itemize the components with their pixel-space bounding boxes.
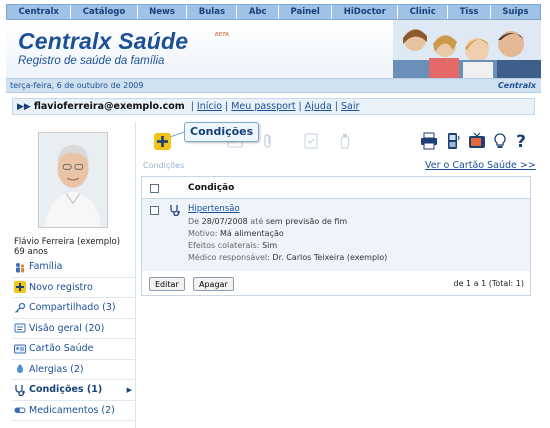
doctor-value: Dr. Carlos Teixeira (exemplo) bbox=[272, 253, 388, 262]
conditions-panel: Condição Hipertensão De 28/07/2008 até s… bbox=[141, 176, 531, 296]
doctor-label: Médico responsável: bbox=[188, 253, 270, 262]
plus-icon bbox=[14, 281, 26, 294]
condition-side-effects: Efeitos colaterais: Sim bbox=[188, 241, 277, 250]
allergy-icon bbox=[14, 363, 26, 375]
user-email: flavioferreira@exemplo.com bbox=[33, 101, 185, 112]
family-icon bbox=[14, 261, 26, 273]
table-header: Condição bbox=[142, 177, 530, 199]
nav-item-news[interactable]: News bbox=[138, 5, 188, 19]
app-subtitle: Registro de saúde da família bbox=[18, 55, 165, 67]
pill-icon bbox=[14, 404, 26, 416]
tv-icon[interactable] bbox=[468, 132, 486, 150]
table-row: Hipertensão De 28/07/2008 até sem previs… bbox=[142, 199, 530, 271]
delete-button[interactable]: Apagar bbox=[193, 277, 234, 291]
sidebar-item-condicoes[interactable]: Condições (1) ▶ bbox=[12, 380, 136, 401]
family-photo bbox=[393, 20, 541, 78]
profile-name: Flávio Ferreira (exemplo) bbox=[14, 237, 121, 247]
sidebar-item-medicamentos[interactable]: Medicamentos (2) bbox=[12, 401, 136, 421]
motive-label: Motivo: bbox=[188, 229, 218, 238]
motive-value: Má alimentação bbox=[220, 229, 284, 238]
view-health-card-link[interactable]: Ver o Cartão Saúde >> bbox=[425, 160, 536, 171]
nav-item-tiss[interactable]: Tiss bbox=[448, 5, 491, 19]
checklist-icon[interactable] bbox=[302, 132, 320, 150]
section-label: Condições bbox=[143, 161, 185, 170]
date-bar: terça-feira, 6 de outubro de 2009 Centra… bbox=[6, 78, 541, 93]
side-menu: Família Novo registro Compartilhado (3) … bbox=[12, 257, 136, 421]
nav-item-suips[interactable]: Suips bbox=[491, 5, 540, 19]
attachment-icon[interactable] bbox=[259, 132, 277, 150]
link-sair[interactable]: Sair bbox=[341, 101, 359, 112]
nav-item-painel[interactable]: Painel bbox=[279, 5, 333, 19]
row-checkbox[interactable] bbox=[150, 206, 159, 215]
link-ajuda[interactable]: Ajuda bbox=[305, 101, 332, 112]
sidebar-item-label: Alergias (2) bbox=[29, 363, 84, 375]
user-bar: ▶▶ flavioferreira@exemplo.com | Início |… bbox=[12, 98, 535, 115]
until-label: até bbox=[250, 217, 264, 226]
bottle-icon[interactable] bbox=[336, 132, 354, 150]
start-date: 28/07/2008 bbox=[201, 217, 248, 226]
select-all-checkbox[interactable] bbox=[150, 184, 159, 193]
separator: | bbox=[225, 101, 229, 112]
sidebar-item-alergias[interactable]: Alergias (2) bbox=[12, 360, 136, 380]
nav-item-abc[interactable]: Abc bbox=[237, 5, 280, 19]
current-date: terça-feira, 6 de outubro de 2009 bbox=[10, 81, 144, 90]
sidebar-item-familia[interactable]: Família bbox=[12, 257, 136, 278]
lightbulb-icon[interactable] bbox=[491, 132, 509, 150]
condition-motive: Motivo: Má alimentação bbox=[188, 229, 284, 238]
avatar bbox=[38, 132, 108, 228]
sidebar-item-visao-geral[interactable]: Visão geral (20) bbox=[12, 319, 136, 339]
pagination-info: de 1 a 1 (Total: 1) bbox=[453, 279, 524, 288]
overview-icon bbox=[14, 322, 26, 334]
mobile-icon[interactable] bbox=[444, 132, 462, 150]
end-text: sem previsão de fim bbox=[265, 217, 348, 226]
sidebar-item-label: Compartilhado (3) bbox=[29, 302, 116, 314]
share-key-icon bbox=[14, 302, 26, 314]
stethoscope-icon bbox=[14, 384, 26, 396]
caret-right-icon: ▶ bbox=[126, 385, 132, 394]
sidebar-item-label: Medicamentos (2) bbox=[29, 404, 115, 416]
link-inicio[interactable]: Início bbox=[197, 101, 222, 112]
sidebar: Flávio Ferreira (exemplo) 69 anos Famíli… bbox=[12, 122, 136, 428]
top-nav: Centralx Catálogo News Bulas Abc Painel … bbox=[6, 4, 541, 20]
date-prefix: De bbox=[188, 217, 200, 226]
nav-item-centralx[interactable]: Centralx bbox=[7, 5, 72, 19]
sidebar-item-label: Visão geral (20) bbox=[29, 322, 105, 334]
separator: | bbox=[298, 101, 302, 112]
condition-period: De 28/07/2008 até sem previsão de fim bbox=[188, 217, 347, 226]
id-card-icon bbox=[14, 343, 26, 355]
sidebar-item-label: Família bbox=[29, 261, 63, 273]
app-frame: Centralx Catálogo News Bulas Abc Painel … bbox=[0, 0, 550, 428]
sidebar-item-label: Novo registro bbox=[29, 281, 93, 293]
sidebar-item-novo-registro[interactable]: Novo registro bbox=[12, 278, 136, 298]
svg-text:?: ? bbox=[516, 132, 526, 150]
print-icon[interactable] bbox=[420, 132, 438, 150]
side-effects-value: Sim bbox=[262, 241, 278, 250]
nav-item-hidoctor[interactable]: HiDoctor bbox=[332, 5, 399, 19]
sidebar-item-label: Condições (1) bbox=[29, 384, 103, 396]
add-condition-button[interactable] bbox=[153, 132, 171, 150]
profile-age: 69 anos bbox=[14, 247, 48, 257]
separator: | bbox=[334, 101, 338, 112]
edit-button[interactable]: Editar bbox=[149, 277, 185, 291]
sidebar-item-label: Cartão Saúde bbox=[29, 343, 94, 355]
nav-item-catalogo[interactable]: Catálogo bbox=[71, 5, 138, 19]
condition-doctor: Médico responsável: Dr. Carlos Teixeira … bbox=[188, 253, 387, 262]
side-effects-label: Efeitos colaterais: bbox=[188, 241, 260, 250]
header-banner: Centralx Saúde BETA Registro de saúde da… bbox=[6, 20, 541, 78]
nav-item-clinic[interactable]: Clinic bbox=[398, 5, 449, 19]
double-arrow-icon: ▶▶ bbox=[17, 101, 31, 112]
column-header-condition: Condição bbox=[188, 183, 235, 193]
nav-item-bulas[interactable]: Bulas bbox=[187, 5, 238, 19]
separator: | bbox=[190, 101, 194, 112]
sidebar-item-compartilhado[interactable]: Compartilhado (3) bbox=[12, 298, 136, 319]
tooltip: Condições bbox=[184, 122, 260, 142]
brand-label: Centralx bbox=[497, 81, 536, 90]
help-icon[interactable]: ? bbox=[512, 132, 530, 150]
app-title: Centralx Saúde bbox=[18, 28, 189, 54]
stethoscope-icon bbox=[170, 205, 180, 216]
beta-badge: BETA bbox=[215, 32, 229, 38]
sidebar-item-cartao-saude[interactable]: Cartão Saúde bbox=[12, 339, 136, 360]
condition-name-link[interactable]: Hipertensão bbox=[188, 204, 240, 214]
link-meu-passport[interactable]: Meu passport bbox=[231, 101, 295, 112]
